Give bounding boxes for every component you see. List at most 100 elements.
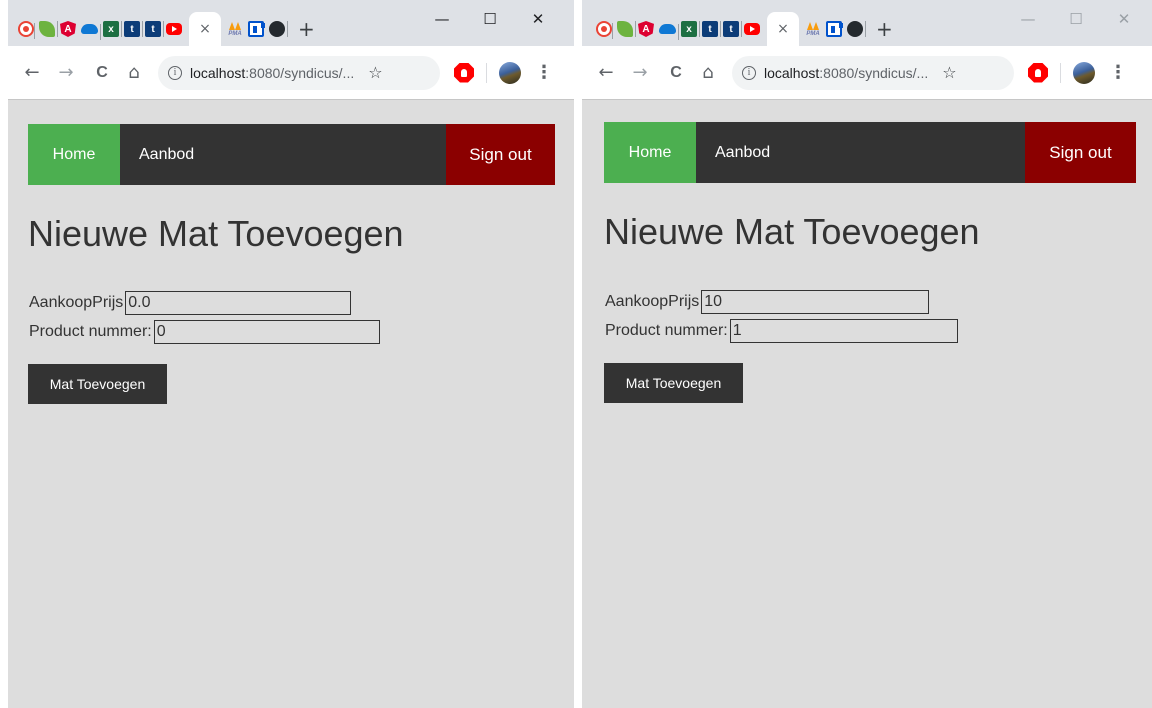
angular-icon[interactable]: A [60,21,76,37]
close-window-button[interactable]: ✕ [1100,4,1148,34]
add-mat-button[interactable]: Mat Toevoegen [604,363,743,403]
page-content: Home Aanbod Sign out Nieuwe Mat Toevoege… [8,101,574,708]
back-icon[interactable]: ← [592,59,620,87]
menu-icon[interactable]: ⋮ [1109,62,1127,83]
product-number-input[interactable] [729,319,958,343]
window-controls: — ☐ ✕ [418,4,562,34]
active-tab[interactable]: × [189,12,221,46]
browser-window-right: A x t t × PMA + — ☐ ✕ ← → C ⌂ i localhos… [582,0,1152,708]
add-mat-button[interactable]: Mat Toevoegen [28,364,167,404]
browser-toolbar: ← → C ⌂ i localhost:8080/syndicus/... ☆ … [8,46,574,100]
app-navbar: Home Aanbod Sign out [28,124,555,185]
close-tab-icon[interactable]: × [777,21,789,37]
t-app-icon[interactable]: t [723,21,742,37]
sign-out-button[interactable]: Sign out [446,124,555,185]
new-tab-button[interactable]: + [876,19,893,39]
spring-leaf-icon[interactable] [39,21,58,37]
nav-home-link[interactable]: Home [604,122,696,183]
url-path: :8080/syndicus/... [819,64,929,81]
t-app-icon[interactable]: t [145,21,164,37]
screenshot: A x t t × PMA + — ☐ ✕ ← → C ⌂ i localhos… [0,0,1152,708]
app-navbar: Home Aanbod Sign out [604,122,1136,183]
nav-aanbod-link[interactable]: Aanbod [696,122,770,183]
excel-icon[interactable]: x [103,21,122,37]
tab-strip: A x t t × PMA + [596,12,893,46]
recorder-icon[interactable] [596,21,613,39]
address-bar[interactable]: i localhost:8080/syndicus/... ☆ [158,55,440,90]
t-app-icon[interactable]: t [124,21,143,37]
github-icon[interactable] [269,21,288,37]
url-host: localhost [190,64,246,81]
stop-extension-icon[interactable] [1028,62,1048,83]
spring-leaf-icon[interactable] [617,21,636,37]
onedrive-cloud-icon[interactable] [81,24,101,40]
navbar-spacer [770,122,1025,183]
phpmyadmin-icon[interactable]: PMA [805,21,821,37]
sign-out-button[interactable]: Sign out [1025,122,1136,183]
forward-icon[interactable]: → [626,59,654,87]
product-label: Product nummer: [605,322,728,339]
product-number-input[interactable] [153,320,380,344]
price-label: AankoopPrijs [29,294,124,311]
toolbar-divider [486,62,487,83]
maximize-button[interactable]: ☐ [1052,4,1100,34]
price-label: AankoopPrijs [605,293,700,310]
recorder-icon[interactable] [18,21,35,39]
profile-avatar[interactable] [1073,61,1095,84]
youtube-icon[interactable] [166,23,182,35]
forward-icon[interactable]: → [52,59,80,87]
price-input[interactable] [701,290,930,314]
board-icon[interactable] [248,21,265,37]
home-icon[interactable]: ⌂ [120,59,148,87]
url-text: localhost:8080/syndicus/... [764,65,928,81]
page-content: Home Aanbod Sign out Nieuwe Mat Toevoege… [582,101,1152,708]
back-icon[interactable]: ← [18,59,46,87]
info-icon[interactable]: i [742,65,756,80]
youtube-icon[interactable] [744,23,760,35]
title-bar: A x t t × PMA + — ☐ ✕ [582,0,1152,46]
minimize-button[interactable]: — [1004,4,1052,34]
product-field-row: Product nummer: [29,320,380,344]
title-bar: A x t t × PMA + — ☐ ✕ [8,0,574,46]
reload-icon[interactable]: C [88,59,116,87]
maximize-button[interactable]: ☐ [466,4,514,34]
browser-window-left: A x t t × PMA + — ☐ ✕ ← → C ⌂ i localhos… [8,0,574,708]
close-window-button[interactable]: ✕ [514,4,562,34]
home-icon[interactable]: ⌂ [694,59,722,87]
close-tab-icon[interactable]: × [199,21,211,37]
product-label: Product nummer: [29,323,152,340]
tab-strip: A x t t × PMA + [18,12,315,46]
nav-home-link[interactable]: Home [28,124,120,185]
profile-avatar[interactable] [499,61,521,84]
page-title: Nieuwe Mat Toevoegen [28,213,404,254]
window-controls: — ☐ ✕ [1004,4,1148,34]
toolbar-divider [1060,62,1061,83]
address-bar[interactable]: i localhost:8080/syndicus/... ☆ [732,55,1014,90]
phpmyadmin-icon[interactable]: PMA [227,21,243,37]
bookmark-star-icon[interactable]: ☆ [368,63,382,82]
t-app-icon[interactable]: t [702,21,721,37]
browser-toolbar: ← → C ⌂ i localhost:8080/syndicus/... ☆ … [582,46,1152,100]
price-input[interactable] [125,291,352,315]
page-title: Nieuwe Mat Toevoegen [604,211,980,252]
price-field-row: AankoopPrijs [29,291,352,315]
nav-aanbod-link[interactable]: Aanbod [120,124,194,185]
bookmark-star-icon[interactable]: ☆ [942,63,956,82]
minimize-button[interactable]: — [418,4,466,34]
new-tab-button[interactable]: + [298,19,315,39]
price-field-row: AankoopPrijs [605,290,930,314]
active-tab[interactable]: × [767,12,799,46]
onedrive-cloud-icon[interactable] [659,24,679,40]
board-icon[interactable] [826,21,843,37]
url-text: localhost:8080/syndicus/... [190,65,354,81]
stop-extension-icon[interactable] [454,62,474,83]
info-icon[interactable]: i [168,65,182,80]
github-icon[interactable] [847,21,866,37]
product-field-row: Product nummer: [605,319,958,343]
angular-icon[interactable]: A [638,21,654,37]
excel-icon[interactable]: x [681,21,700,37]
menu-icon[interactable]: ⋮ [535,62,553,83]
url-host: localhost [764,64,820,81]
reload-icon[interactable]: C [662,59,690,87]
navbar-spacer [194,124,446,185]
